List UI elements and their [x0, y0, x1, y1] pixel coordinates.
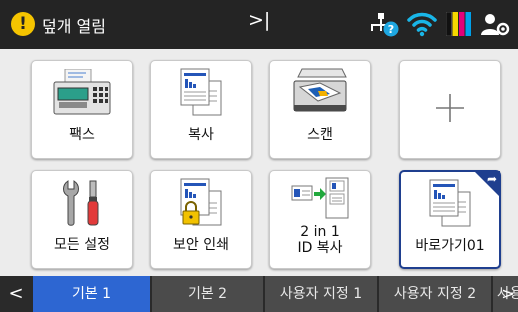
tile-label: 바로가기01 [415, 238, 485, 254]
tab-prev-button[interactable]: < [0, 276, 32, 312]
shortcut-icon [401, 178, 499, 228]
expand-button[interactable]: >| [248, 9, 270, 31]
tab-basic-2[interactable]: 기본 2 [152, 276, 263, 312]
id-copy-button[interactable]: 2 in 1 ID 복사 [269, 170, 371, 269]
warning-icon[interactable]: ! [11, 12, 35, 36]
all-settings-button[interactable]: 모든 설정 [31, 170, 133, 269]
scan-icon [270, 67, 370, 117]
warning-message[interactable]: 덮개 열림 [42, 13, 106, 37]
tab-bar: < 기본 1 기본 2 사용자 지정 1 사용자 지정 2 사용자 지정 3 > [0, 276, 518, 312]
tile-label: 모든 설정 [54, 237, 110, 253]
admin-settings-icon[interactable] [480, 12, 510, 36]
scan-button[interactable]: 스캔 [269, 60, 371, 159]
fax-button[interactable]: 팩스 [31, 60, 133, 159]
secure-print-button[interactable]: 보안 인쇄 [150, 170, 252, 269]
tile-label: 팩스 [69, 127, 95, 143]
add-shortcut-button[interactable] [399, 60, 501, 159]
tile-label: 보안 인쇄 [173, 237, 229, 253]
secure-print-icon [151, 177, 251, 227]
home-screen: 팩스 복사 스캔 모든 설정 보안 인쇄 2 in 1 ID 복사 ➦ 바로가기… [0, 49, 518, 276]
svg-text:?: ? [388, 23, 394, 36]
add-icon [400, 93, 500, 123]
tile-label-line2: ID 복사 [297, 240, 343, 256]
tile-label-line1: 2 in 1 [300, 224, 340, 240]
fax-icon [32, 69, 132, 115]
settings-tools-icon [32, 179, 132, 227]
tab-custom-1[interactable]: 사용자 지정 1 [265, 276, 377, 312]
copy-icon [151, 67, 251, 117]
wifi-icon[interactable] [407, 11, 437, 37]
status-bar: ! 덮개 열림 >| ? [0, 0, 518, 49]
tab-custom-2[interactable]: 사용자 지정 2 [379, 276, 491, 312]
tile-label: 스캔 [307, 127, 333, 143]
network-help-icon[interactable]: ? [370, 12, 400, 38]
id-copy-icon [270, 176, 370, 220]
tab-basic-1[interactable]: 기본 1 [33, 276, 150, 312]
tab-next-button[interactable]: > [498, 276, 518, 312]
tile-label: 복사 [188, 127, 214, 143]
copy-button[interactable]: 복사 [150, 60, 252, 159]
ink-icon[interactable] [446, 12, 472, 36]
shortcut-01-button[interactable]: ➦ 바로가기01 [399, 170, 501, 269]
